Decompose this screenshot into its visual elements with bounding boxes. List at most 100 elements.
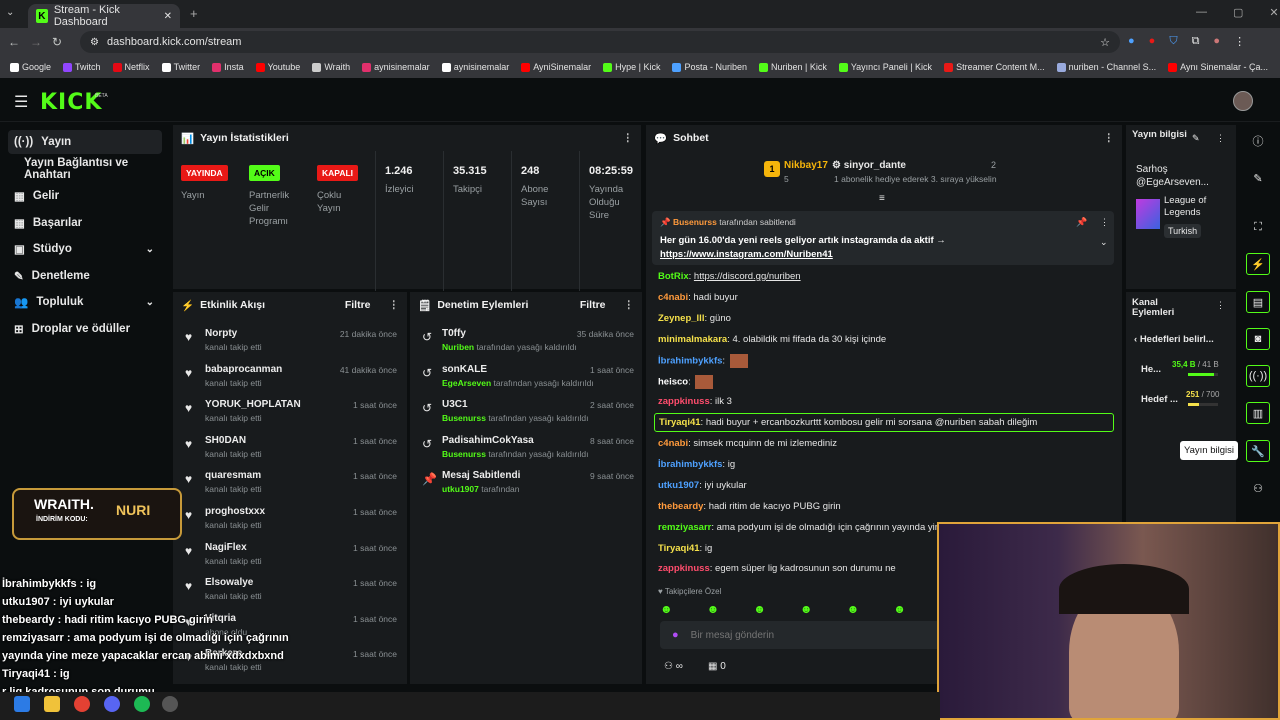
site-info-icon[interactable]: ⚙: [90, 37, 99, 48]
more-options-icon[interactable]: ⋮: [1216, 300, 1225, 311]
bookmark-item[interactable]: Wraith: [312, 62, 350, 72]
community-icon[interactable]: ⚇: [1246, 477, 1270, 499]
pinned-link[interactable]: https://www.instagram.com/Nuriben41: [660, 249, 833, 260]
user-avatar[interactable]: [1233, 91, 1253, 111]
obs-icon[interactable]: [162, 696, 178, 712]
chat-username[interactable]: heisco: [658, 377, 688, 388]
activity-row[interactable]: ♥ babaprocanman kanalı takip etti 41 dakika…: [183, 364, 401, 398]
bookmark-item[interactable]: Yayıncı Paneli | Kick: [838, 62, 932, 72]
chat-username[interactable]: İbrahimbykkfs: [658, 459, 722, 470]
chrome-icon[interactable]: [74, 696, 90, 712]
minimize-icon[interactable]: —: [1196, 6, 1207, 19]
tab-menu-icon[interactable]: ⌄: [6, 7, 14, 18]
address-bar[interactable]: ⚙ dashboard.kick.com/stream ☆: [80, 31, 1120, 53]
mod-action-row[interactable]: ↺ T0ffy Nuriben tarafından yasağı kaldırıl…: [420, 328, 638, 362]
activity-row[interactable]: ♥ NagiFlex kanalı takip etti 1 saat önce: [183, 542, 401, 576]
chat-username[interactable]: c4nabi: [658, 292, 688, 303]
emote-icon[interactable]: ☻: [660, 602, 673, 616]
chat-username[interactable]: utku1907: [658, 480, 699, 491]
bookmark-star-icon[interactable]: ☆: [1100, 36, 1110, 49]
bookmark-item[interactable]: aynisinemalar: [362, 62, 430, 72]
extension-icon[interactable]: ●: [1128, 35, 1135, 48]
bookmark-item[interactable]: aynisinemalar: [441, 62, 509, 72]
forward-icon[interactable]: →: [30, 35, 42, 49]
spotify-icon[interactable]: [134, 696, 150, 712]
sidebar-item-droplar[interactable]: ⊞ Droplar ve ödüller: [8, 317, 162, 341]
filter-button[interactable]: Filtre: [580, 299, 606, 311]
chat-username[interactable]: Zeynep_lll: [658, 313, 704, 324]
info-icon[interactable]: ⓘ: [1246, 130, 1270, 152]
bookmark-item[interactable]: Google: [10, 62, 51, 72]
more-options-icon[interactable]: ⋮: [1100, 217, 1109, 228]
bookmark-item[interactable]: Insta: [212, 62, 244, 72]
chat-username[interactable]: Tiryaqi41: [658, 543, 700, 554]
chat-username[interactable]: thebeardy: [658, 501, 703, 512]
emote-icon[interactable]: ☻: [800, 602, 813, 616]
bookmark-item[interactable]: Twitter: [161, 62, 200, 72]
more-options-icon[interactable]: ⋮: [389, 299, 400, 311]
chat-username[interactable]: minimalmakara: [658, 334, 727, 345]
microphone-icon[interactable]: ●: [672, 629, 679, 641]
emote-icon[interactable]: ☻: [707, 602, 720, 616]
bookmark-item[interactable]: Aynı Sinemalar - Ça...: [1168, 62, 1268, 72]
points-icon[interactable]: ▦ 0: [708, 661, 726, 672]
sidebar-item-denetleme[interactable]: ✎ Denetleme: [8, 264, 162, 288]
chat-username[interactable]: Tiryaqi41: [659, 417, 701, 428]
activity-row[interactable]: ♥ SH0DAN kanalı takip etti 1 saat önce: [183, 435, 401, 469]
collapse-icon[interactable]: ≡: [879, 193, 885, 204]
unpin-icon[interactable]: 📌: [1076, 217, 1087, 228]
browser-tab[interactable]: K Stream - Kick Dashboard ✕: [28, 4, 180, 28]
new-tab-icon[interactable]: +: [190, 6, 198, 21]
bookmark-item[interactable]: Nuriben | Kick: [758, 62, 827, 72]
mod-action-row[interactable]: ↺ PadisahimCokYasa Busenurss tarafından ya…: [420, 435, 638, 469]
more-options-icon[interactable]: ⋮: [1104, 132, 1115, 144]
fullscreen-icon[interactable]: ⛶: [1246, 216, 1270, 238]
bookmark-item[interactable]: Netflix: [112, 62, 150, 72]
chat-username[interactable]: BotRix: [658, 271, 689, 282]
kick-logo[interactable]: KICK: [40, 90, 102, 115]
more-options-icon[interactable]: ⋮: [623, 132, 634, 144]
activity-row[interactable]: ♥ YORUK_HOPLATAN kanalı takip etti 1 saat ö…: [183, 399, 401, 433]
emote-icon[interactable]: ☻: [847, 602, 860, 616]
bookmark-item[interactable]: nuriben - Channel S...: [1056, 62, 1156, 72]
file-explorer-icon[interactable]: [44, 696, 60, 712]
bookmark-item[interactable]: Youtube: [255, 62, 300, 72]
activity-row[interactable]: ♥ proghostxxx kanalı takip etti 1 saat önce: [183, 506, 401, 540]
extension-icon[interactable]: ⛉: [1169, 35, 1177, 48]
chat-text[interactable]: https://discord.gg/nuriben: [694, 271, 801, 282]
goals-back-link[interactable]: ‹ Hedefleri belirl...: [1134, 334, 1214, 345]
chat-username[interactable]: İbrahimbykkfs: [658, 356, 722, 367]
bookmark-item[interactable]: Twitch: [63, 62, 101, 72]
bookmark-item[interactable]: Streamer Content M...: [944, 62, 1045, 72]
filter-button[interactable]: Filtre: [345, 299, 371, 311]
tab-close-icon[interactable]: ✕: [164, 11, 172, 22]
mod-action-row[interactable]: ↺ sonKALE EgeArseven tarafından yasağı kal…: [420, 364, 638, 398]
users-icon[interactable]: ⚇ ∞: [664, 661, 683, 672]
chat-icon[interactable]: ◙: [1246, 328, 1270, 350]
edit-icon[interactable]: ✎: [1246, 167, 1270, 189]
extension-icon[interactable]: ●: [1149, 35, 1156, 48]
category-name[interactable]: League of Legends: [1164, 195, 1228, 219]
windows-start-icon[interactable]: [14, 696, 30, 712]
maximize-icon[interactable]: ▢: [1233, 6, 1243, 19]
sidebar-item-basarilar[interactable]: ▦ Başarılar: [8, 211, 162, 235]
stream-info-icon[interactable]: ▥: [1246, 402, 1270, 424]
lightning-icon[interactable]: ⚡: [1246, 253, 1270, 275]
bookmark-item[interactable]: Hype | Kick: [603, 62, 660, 72]
more-options-icon[interactable]: ⋮: [624, 299, 635, 311]
chat-username[interactable]: zappkinuss: [658, 396, 710, 407]
edit-icon[interactable]: ✎: [1192, 133, 1200, 144]
chat-username[interactable]: c4nabi: [658, 438, 688, 449]
activity-row[interactable]: ♥ Norpty kanalı takip etti 21 dakika önce: [183, 328, 401, 362]
discord-icon[interactable]: [104, 696, 120, 712]
activity-row[interactable]: ♥ Elsowalye kanalı takip etti 1 saat önce: [183, 577, 401, 611]
gifter-name[interactable]: ⚙ sinyor_dante: [832, 160, 906, 171]
mod-action-row[interactable]: 📌 Mesaj Sabitlendi utku1907 tarafından 9 sa…: [420, 470, 638, 504]
browser-menu-icon[interactable]: ⋮: [1234, 35, 1245, 48]
bookmark-item[interactable]: AyniSinemalar: [521, 62, 591, 72]
activity-row[interactable]: ♥ quaresmam kanalı takip etti 1 saat önce: [183, 470, 401, 504]
emote-icon[interactable]: ☻: [753, 602, 766, 616]
more-options-icon[interactable]: ⋮: [1216, 133, 1225, 144]
broadcast-icon[interactable]: ((·)): [1246, 365, 1270, 387]
gifter-name[interactable]: Nikbay17: [784, 160, 828, 171]
